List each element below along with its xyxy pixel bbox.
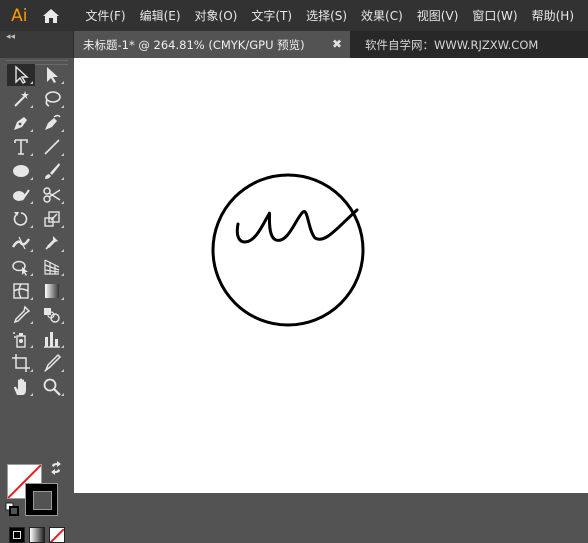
puppet-warp-tool-icon (45, 236, 58, 250)
mesh-tool[interactable] (7, 280, 35, 302)
gradient-mode-button[interactable] (29, 527, 45, 543)
direct-selection-tool[interactable] (38, 64, 66, 86)
shape-builder-tool-icon (12, 260, 28, 276)
symbol-sprayer-tool-icon (13, 332, 26, 348)
magic-wand-tool-icon (14, 91, 29, 107)
none-mode-icon (50, 528, 64, 542)
app-logo: Ai (11, 5, 28, 26)
default-fill-stroke-icon[interactable] (5, 502, 19, 516)
scissors-tool-icon (43, 187, 61, 203)
menu-view[interactable]: 视图(V) (417, 7, 459, 24)
stroke-swatch[interactable] (25, 483, 58, 516)
menu-file[interactable]: 文件(F) (85, 7, 125, 24)
column-graph-tool[interactable] (38, 328, 66, 350)
menu-window[interactable]: 窗口(W) (472, 7, 517, 24)
direct-selection-tool-icon (47, 67, 58, 83)
home-icon (42, 8, 59, 23)
ellipse-tool-icon (13, 165, 29, 177)
scale-tool-icon (44, 211, 60, 227)
symbol-sprayer-tool[interactable] (7, 328, 35, 350)
hand-tool[interactable] (7, 376, 35, 398)
perspective-grid-tool[interactable] (38, 256, 66, 278)
curvature-tool-icon (45, 114, 61, 130)
wave-stroke-path[interactable] (235, 208, 359, 244)
menu-select[interactable]: 选择(S) (306, 7, 347, 24)
menu-bar: Ai 文件(F) 编辑(E) 对象(O) 文字(T) 选择(S) 效果(C) 视… (0, 0, 588, 31)
scissors-tool[interactable] (38, 184, 66, 206)
gradient-tool[interactable] (38, 280, 66, 302)
menu-effect[interactable]: 效果(C) (361, 7, 403, 24)
puppet-warp-tool[interactable] (38, 232, 66, 254)
paintbrush-tool-icon (45, 163, 60, 179)
slice-tool-icon (44, 353, 62, 373)
rotate-tool-icon (13, 212, 28, 226)
menu-edit[interactable]: 编辑(E) (140, 7, 181, 24)
zoom-tool[interactable] (38, 376, 66, 398)
artboard-tool[interactable] (7, 352, 35, 374)
home-button[interactable] (41, 5, 62, 27)
shaper-tool-icon (13, 189, 30, 201)
eyedropper-tool-icon (13, 305, 31, 324)
line-segment-tool[interactable] (38, 136, 66, 158)
type-tool-icon (14, 139, 28, 155)
toolbar-collapse-button[interactable]: ◂◂ (0, 31, 73, 58)
blend-tool[interactable] (38, 304, 66, 326)
menu-items: 文件(F) 编辑(E) 对象(O) 文字(T) 选择(S) 效果(C) 视图(V… (85, 7, 588, 24)
close-tab-icon[interactable]: ✖ (332, 37, 342, 51)
stroke-swatch-inner (33, 491, 52, 510)
menu-object[interactable]: 对象(O) (195, 7, 238, 24)
ellipse-tool[interactable] (7, 160, 35, 182)
circle-shape[interactable] (211, 173, 365, 327)
width-tool[interactable] (7, 232, 35, 254)
shaper-tool[interactable] (7, 184, 35, 206)
slice-tool[interactable] (38, 352, 66, 374)
swap-fill-stroke-icon[interactable] (49, 461, 63, 475)
color-mode-button[interactable] (9, 527, 25, 543)
collapse-icon: ◂◂ (6, 32, 16, 42)
line-segment-tool-icon (44, 139, 60, 155)
document-tab-bar: ◂◂ 未标题-1* @ 264.81% (CMYK/GPU 预览) ✖ 软件自学… (0, 31, 588, 58)
watermark-text: 软件自学网：WWW.RJZXW.COM (365, 38, 539, 52)
eyedropper-tool[interactable] (7, 304, 35, 326)
none-mode-button[interactable] (49, 527, 65, 543)
hand-tool-icon (14, 378, 26, 395)
scale-tool[interactable] (38, 208, 66, 230)
tools-panel (0, 58, 73, 543)
lasso-tool-icon (45, 91, 61, 107)
zoom-tool-icon (43, 378, 61, 396)
mesh-tool-icon (13, 283, 29, 299)
perspective-grid-tool-icon (44, 259, 60, 275)
shape-builder-tool[interactable] (7, 256, 35, 278)
curvature-tool[interactable] (38, 112, 66, 134)
blend-tool-icon (44, 308, 60, 323)
selection-tool[interactable] (7, 64, 35, 86)
artwork[interactable] (74, 58, 588, 493)
artboard-canvas[interactable] (74, 58, 588, 493)
type-tool[interactable] (7, 136, 35, 158)
width-tool-icon (11, 236, 31, 250)
document-tab-title: 未标题-1* @ 264.81% (CMYK/GPU 预览) (83, 37, 305, 52)
document-tab[interactable]: 未标题-1* @ 264.81% (CMYK/GPU 预览) ✖ (74, 31, 350, 58)
lasso-tool[interactable] (38, 88, 66, 110)
menu-type[interactable]: 文字(T) (251, 7, 292, 24)
menu-help[interactable]: 帮助(H) (532, 7, 574, 24)
magic-wand-tool[interactable] (7, 88, 35, 110)
pen-tool-icon (14, 117, 27, 130)
rotate-tool[interactable] (7, 208, 35, 230)
gradient-tool-icon (45, 284, 59, 298)
color-mode-icon (13, 531, 21, 539)
artboard-tool-icon (12, 354, 30, 372)
paintbrush-tool[interactable] (38, 160, 66, 182)
column-graph-tool-icon (44, 332, 60, 348)
pen-tool[interactable] (7, 112, 35, 134)
selection-tool-icon (15, 65, 29, 84)
